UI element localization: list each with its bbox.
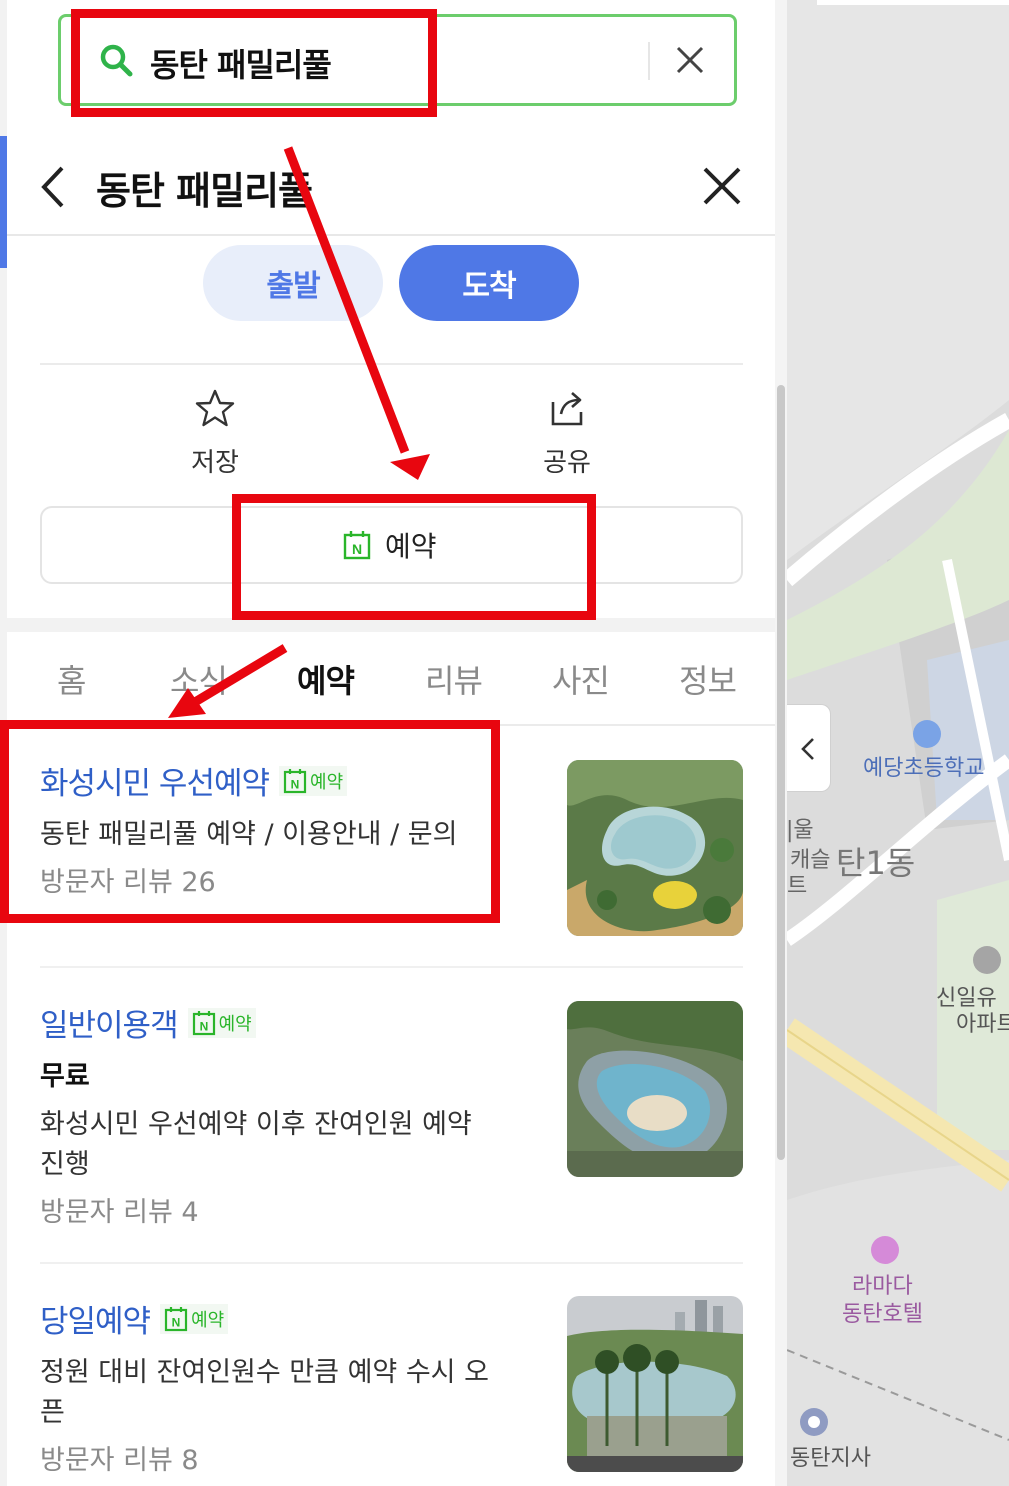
item-title[interactable]: 일반이용객 xyxy=(40,1000,179,1045)
item-title[interactable]: 당일예약 xyxy=(40,1296,151,1341)
booking-badge: N 예약 xyxy=(187,1007,256,1038)
star-icon xyxy=(195,389,235,427)
annotation-box-item xyxy=(0,720,500,923)
share-action[interactable]: 공유 xyxy=(507,388,627,479)
collapse-panel-button[interactable] xyxy=(787,704,831,792)
depart-button[interactable]: 출발 xyxy=(203,245,383,321)
svg-text:N: N xyxy=(199,1019,208,1033)
close-icon[interactable] xyxy=(700,164,744,208)
chevron-left-icon xyxy=(801,738,814,760)
arrive-button[interactable]: 도착 xyxy=(399,245,579,321)
tab-info[interactable]: 정보 xyxy=(679,656,737,702)
search-divider xyxy=(648,42,650,80)
scrollbar-thumb[interactable] xyxy=(777,385,785,1160)
item-price: 무료 xyxy=(40,1061,90,1092)
item-description: 화성시민 우선예약 이후 잔여인원 예약 xyxy=(40,1109,472,1140)
annotation-box-search xyxy=(71,9,437,117)
clear-search-icon[interactable] xyxy=(670,40,710,80)
annotation-box-reserve xyxy=(232,494,596,620)
share-icon xyxy=(551,392,583,426)
map-label-partial: 트 xyxy=(787,874,808,899)
tab-review[interactable]: 리뷰 xyxy=(425,656,483,702)
section-divider xyxy=(40,363,743,365)
badge-label: 예약 xyxy=(191,1309,225,1331)
item-thumbnail[interactable] xyxy=(567,760,743,936)
item-separator xyxy=(40,966,743,968)
item-description-cont: 진행 xyxy=(40,1149,90,1180)
item-thumbnail[interactable] xyxy=(567,1001,743,1177)
tab-photo[interactable]: 사진 xyxy=(552,656,610,702)
item-separator xyxy=(40,1262,743,1264)
item-review-count[interactable]: 방문자 리뷰 8 xyxy=(40,1438,199,1477)
tab-home[interactable]: 홈 xyxy=(57,656,86,702)
svg-text:N: N xyxy=(172,1315,181,1329)
naver-booking-icon: N xyxy=(164,1306,188,1331)
list-item-title[interactable]: 일반이용객 N 예약 xyxy=(40,1000,256,1045)
page-title: 동탄 패밀리풀 xyxy=(96,169,313,213)
map-label-partial: |울 xyxy=(786,818,814,843)
item-description-cont: 픈 xyxy=(40,1397,65,1428)
booking-badge: N 예약 xyxy=(160,1303,229,1334)
map-label-apt[interactable]: 아파트 xyxy=(956,1006,1009,1038)
map-label-hotel[interactable]: 동탄호텔 xyxy=(842,1296,923,1328)
naver-booking-icon: N xyxy=(192,1010,215,1035)
item-review-count[interactable]: 방문자 리뷰 4 xyxy=(40,1190,199,1229)
list-item-title[interactable]: 당일예약 N 예약 xyxy=(40,1296,229,1341)
map-label-dong: 탄1동 xyxy=(836,844,916,882)
map-label-school[interactable]: 예당초등학교 xyxy=(863,750,984,782)
panel-accent-bar xyxy=(0,136,7,268)
tab-reserve[interactable]: 예약 xyxy=(297,656,355,702)
share-label: 공유 xyxy=(543,448,591,478)
item-thumbnail[interactable] xyxy=(567,1296,743,1472)
back-arrow-icon[interactable] xyxy=(36,164,72,210)
badge-label: 예약 xyxy=(218,1013,252,1035)
section-divider-thick xyxy=(7,618,775,632)
map-label-office[interactable]: 동탄지사 xyxy=(790,1440,871,1472)
save-action[interactable]: 저장 xyxy=(155,388,275,479)
save-label: 저장 xyxy=(191,448,239,478)
tab-news[interactable]: 소식 xyxy=(170,656,228,702)
item-description: 정원 대비 잔여인원수 만큼 예약 수시 오 xyxy=(40,1357,489,1388)
